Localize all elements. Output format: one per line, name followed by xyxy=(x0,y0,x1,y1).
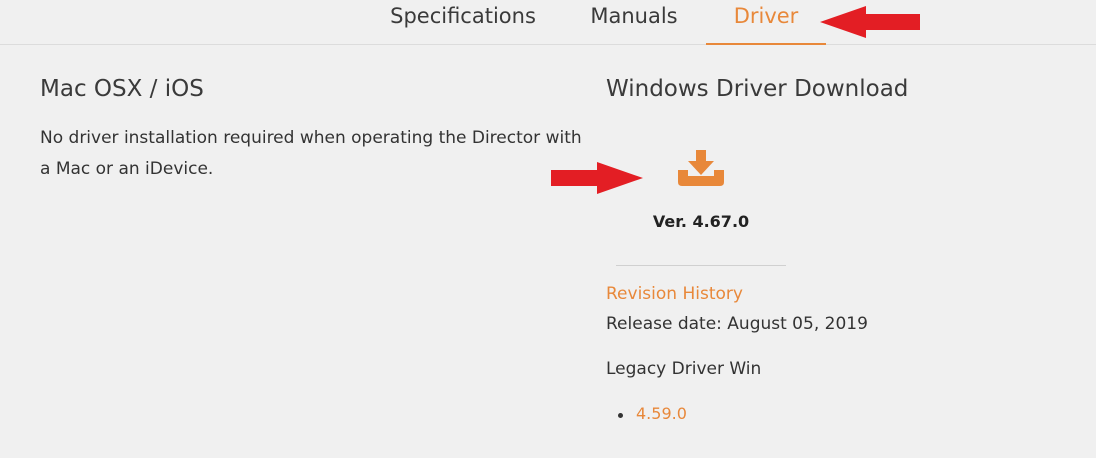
annotation-arrow-left-icon xyxy=(820,6,920,38)
tab-driver[interactable]: Driver xyxy=(706,0,826,45)
active-tab-underline xyxy=(706,43,826,45)
download-tray-icon xyxy=(678,150,724,186)
tab-driver-label: Driver xyxy=(733,4,799,28)
divider xyxy=(616,265,786,266)
mac-description: No driver installation required when ope… xyxy=(40,128,582,179)
legacy-version-link[interactable]: 4.59.0 xyxy=(636,404,687,423)
download-button[interactable] xyxy=(672,146,730,194)
windows-section-title: Windows Driver Download xyxy=(606,76,909,102)
tab-specifications[interactable]: Specifications xyxy=(382,0,544,44)
legacy-driver-title: Legacy Driver Win xyxy=(606,359,762,379)
list-item: 4.59.0 xyxy=(618,404,687,423)
bullet-icon xyxy=(618,413,623,418)
mac-section-title: Mac OSX / iOS xyxy=(40,76,204,102)
legacy-driver-list: 4.59.0 xyxy=(618,404,687,423)
tab-bar: Specifications Manuals Driver xyxy=(0,0,1096,45)
driver-version: Ver. 4.67.0 xyxy=(652,212,750,231)
release-date: Release date: August 05, 2019 xyxy=(606,314,868,334)
annotation-arrow-right-icon xyxy=(551,162,643,194)
page: Specifications Manuals Driver Mac OSX / … xyxy=(0,0,1096,458)
tab-manuals[interactable]: Manuals xyxy=(583,0,685,44)
revision-history-link[interactable]: Revision History xyxy=(606,284,743,304)
